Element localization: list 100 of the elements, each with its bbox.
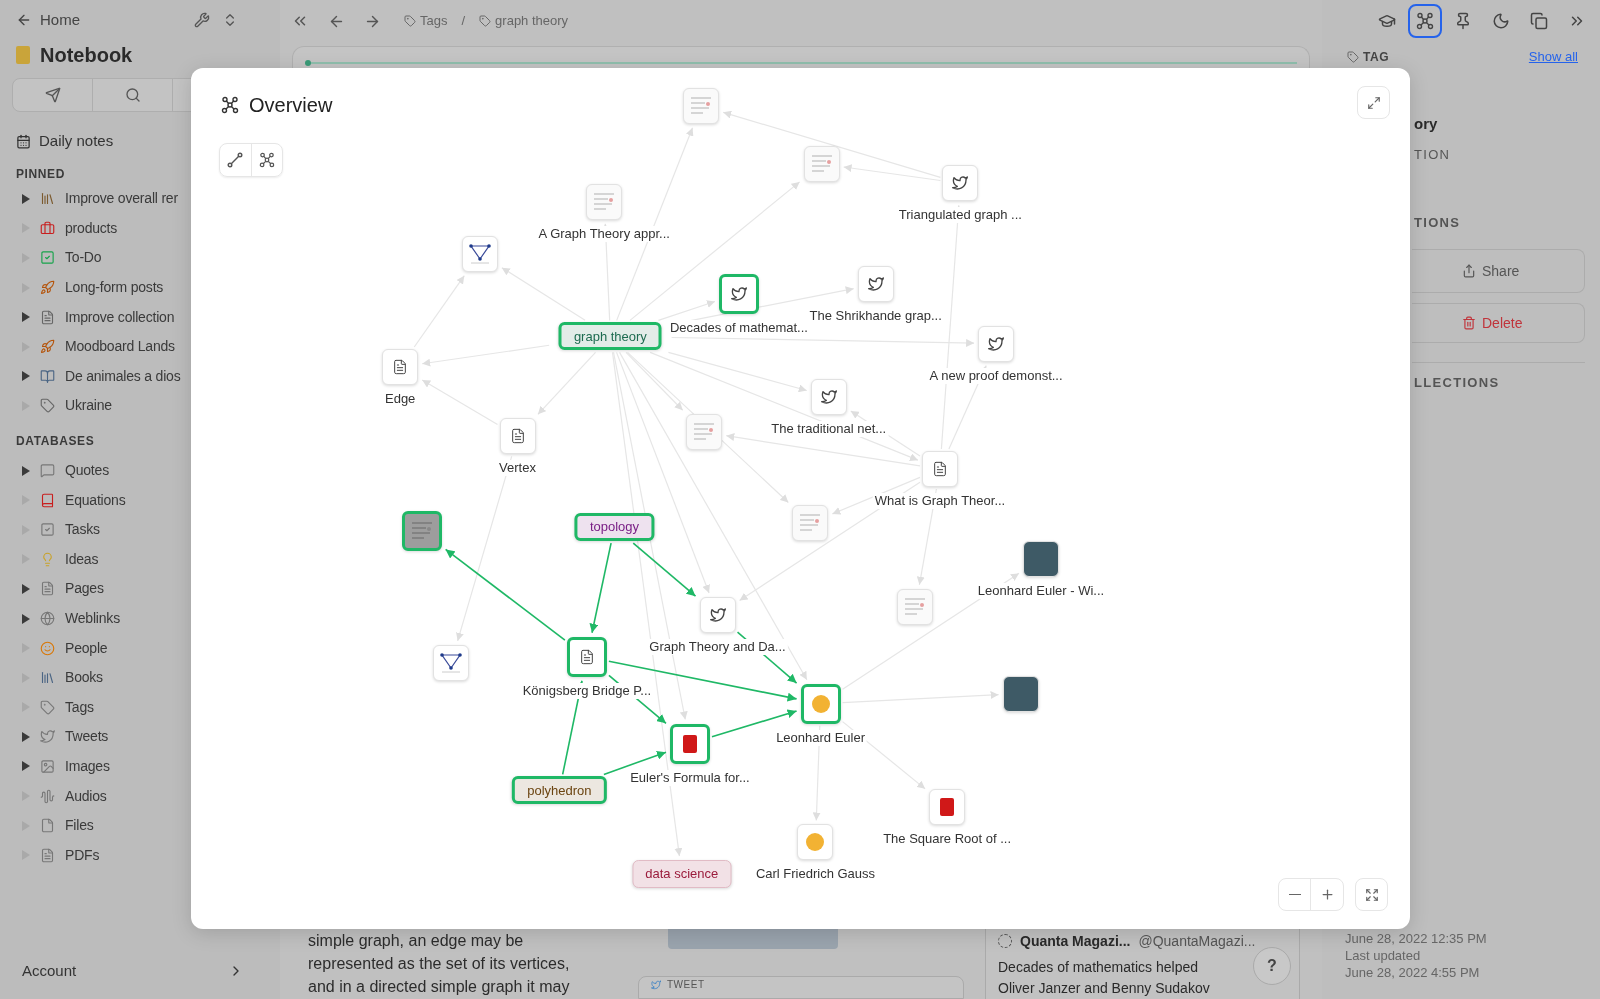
sidebar-item[interactable]: PDFs bbox=[16, 844, 100, 866]
document-icon bbox=[931, 461, 948, 477]
speech-bubble-icon bbox=[40, 463, 55, 479]
breadcrumb-link[interactable]: graph theory bbox=[479, 11, 569, 31]
tag-chip[interactable]: data science bbox=[632, 860, 732, 889]
section-heading: TION bbox=[1413, 146, 1452, 165]
sidebar-item[interactable]: People bbox=[16, 637, 108, 659]
graph-icon bbox=[221, 96, 239, 114]
sidebar-item[interactable]: Tasks bbox=[16, 519, 100, 541]
tag-chip[interactable]: topology bbox=[574, 513, 655, 542]
tweet-handle: @QuantaMagazi... bbox=[1138, 931, 1256, 951]
home-link[interactable]: Home bbox=[16, 8, 80, 32]
sidebar-item[interactable]: De animales a dios bbox=[16, 365, 181, 387]
sidebar-item[interactable]: Improve collection bbox=[16, 306, 175, 328]
node-label: Vertex bbox=[497, 460, 538, 477]
book-icon bbox=[940, 797, 955, 816]
waveform-icon bbox=[40, 788, 55, 804]
triangle-diagram-thumbnail[interactable] bbox=[433, 644, 470, 681]
books-icon bbox=[40, 670, 55, 686]
share-button[interactable]: Share bbox=[1412, 249, 1585, 293]
sidebar-item[interactable]: Audios bbox=[16, 785, 107, 807]
sidebar-item[interactable]: Tags bbox=[16, 696, 94, 718]
daily-notes-link[interactable]: Daily notes bbox=[16, 129, 114, 153]
graph-icon bbox=[258, 152, 275, 168]
article-paragraph: simple graph, an edge may be represented as the set of its vertices, and in a directed simple graph it may bbox=[308, 931, 571, 997]
sidebar-item[interactable]: Moodboard Lands bbox=[16, 336, 175, 358]
sidebar-item[interactable]: Ukraine bbox=[16, 395, 112, 417]
sidebar-item[interactable]: To-Do bbox=[16, 247, 102, 269]
minus-icon bbox=[1288, 893, 1301, 896]
document-node[interactable] bbox=[566, 636, 607, 677]
node-label: The Shrikhande grap... bbox=[807, 308, 944, 325]
section-heading: DATABASES bbox=[16, 432, 96, 450]
tag-chip[interactable]: polyhedron bbox=[512, 776, 607, 805]
sidebar-item[interactable]: Ideas bbox=[16, 548, 99, 570]
checkbox-icon bbox=[40, 250, 55, 266]
dialog-title: Overview bbox=[249, 93, 333, 118]
send-icon bbox=[44, 87, 61, 103]
node-label: Triangulated graph ... bbox=[896, 207, 1024, 224]
checkbox-icon bbox=[40, 522, 55, 538]
sidebar-item[interactable]: products bbox=[16, 217, 118, 239]
arrow-left-icon bbox=[16, 12, 32, 28]
breadcrumb-link[interactable]: Tags bbox=[404, 11, 448, 31]
bird-icon bbox=[40, 729, 55, 745]
book-icon bbox=[40, 492, 55, 508]
section-heading: TIONS bbox=[1413, 214, 1462, 233]
notebook-icon bbox=[16, 46, 30, 64]
calendar-icon bbox=[16, 133, 31, 149]
image-icon bbox=[40, 759, 55, 774]
toolbar-button[interactable] bbox=[1408, 4, 1442, 38]
graduation-cap-icon bbox=[1378, 12, 1396, 30]
sidebar-item[interactable]: Files bbox=[16, 815, 94, 837]
card-label: TWEET bbox=[667, 979, 705, 992]
document-icon bbox=[392, 358, 409, 375]
expand-icon bbox=[1366, 95, 1381, 110]
sidebar-item[interactable]: Weblinks bbox=[16, 608, 120, 629]
sidebar-item[interactable]: Pages bbox=[16, 578, 104, 600]
breadcrumb-separator: / bbox=[461, 12, 466, 31]
sidebar-item[interactable]: Tweets bbox=[16, 726, 109, 748]
account-button[interactable]: Account bbox=[16, 951, 264, 991]
bird-icon bbox=[651, 980, 661, 991]
created-date: June 28, 2022 12:35 PM bbox=[1345, 930, 1488, 947]
tag-icon bbox=[479, 15, 492, 27]
bird-icon bbox=[709, 606, 726, 623]
tag-icon bbox=[40, 398, 55, 414]
help-button[interactable]: ? bbox=[1253, 947, 1291, 985]
document-icon bbox=[40, 309, 55, 325]
sidebar-item[interactable]: Quotes bbox=[16, 460, 109, 482]
book-node[interactable] bbox=[669, 723, 710, 764]
expand-button[interactable] bbox=[1357, 86, 1390, 119]
book-icon bbox=[682, 734, 697, 753]
copy-icon bbox=[1530, 12, 1548, 30]
bird-icon bbox=[952, 175, 969, 192]
tag-icon bbox=[1347, 51, 1359, 63]
sidebar-item[interactable]: Equations bbox=[16, 489, 126, 511]
document-icon bbox=[40, 847, 55, 863]
bird-icon bbox=[867, 276, 884, 293]
sidebar-item[interactable]: Books bbox=[16, 667, 103, 689]
triangle-diagram-thumbnail[interactable] bbox=[461, 235, 498, 272]
person-icon bbox=[806, 833, 825, 852]
sidebar-item[interactable]: Long-form posts bbox=[16, 277, 164, 299]
briefcase-icon bbox=[40, 220, 55, 236]
sidebar-item[interactable]: Images bbox=[16, 756, 110, 777]
person-node[interactable] bbox=[800, 683, 841, 724]
moon-icon bbox=[1492, 12, 1510, 30]
wrench-icon[interactable] bbox=[194, 12, 210, 28]
file-icon bbox=[40, 818, 55, 834]
bird-icon bbox=[820, 388, 837, 405]
tweet-node[interactable] bbox=[718, 273, 759, 314]
lightbulb-icon bbox=[40, 551, 55, 567]
rocket-icon bbox=[40, 280, 55, 296]
document-icon bbox=[509, 428, 526, 445]
photo-placeholder[interactable] bbox=[1023, 540, 1059, 577]
photo-placeholder[interactable] bbox=[1002, 675, 1039, 712]
sidebar-item[interactable]: Improve overall rer bbox=[16, 188, 178, 210]
fit-view-button[interactable] bbox=[1355, 878, 1388, 911]
bird-icon bbox=[730, 285, 747, 302]
document-icon bbox=[578, 648, 595, 665]
tag-chip[interactable]: graph theory bbox=[558, 322, 662, 351]
face-icon bbox=[40, 640, 55, 656]
image-thumbnail[interactable] bbox=[401, 511, 442, 552]
